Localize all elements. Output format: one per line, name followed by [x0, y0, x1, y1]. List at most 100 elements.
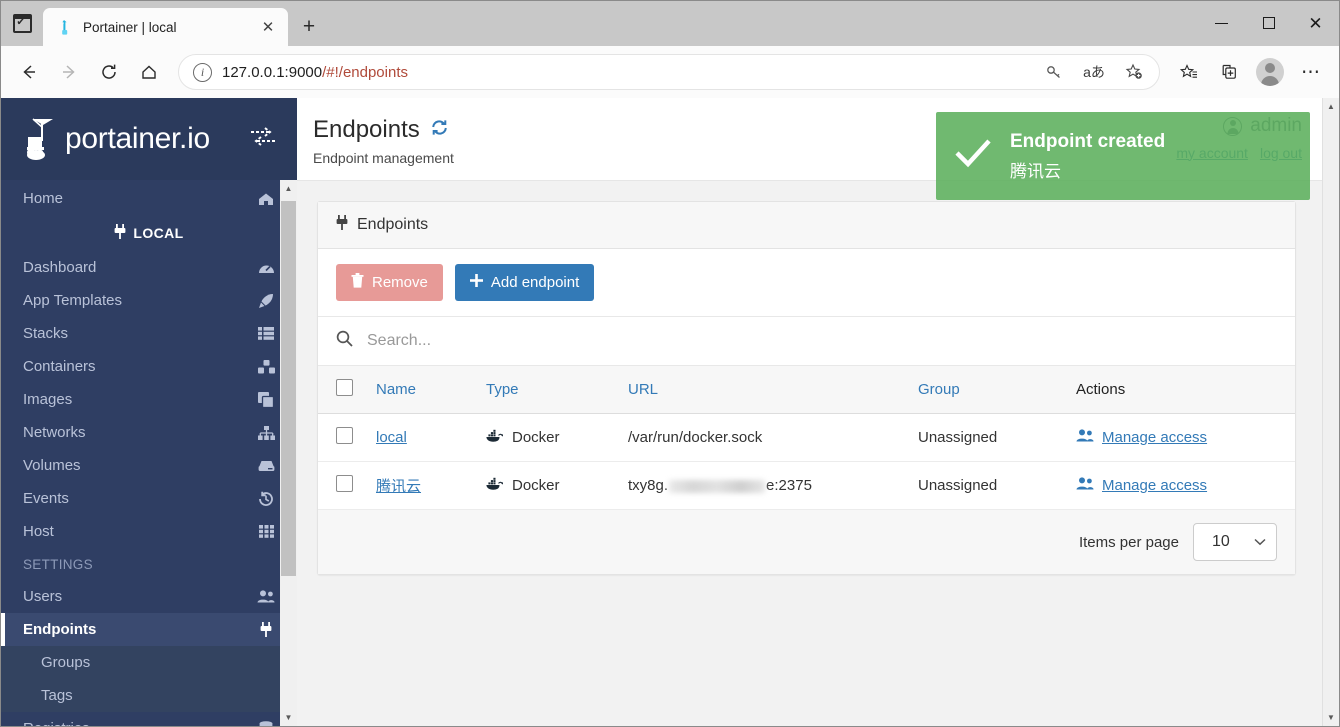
page-scrollbar[interactable]: ▲ ▼ [1322, 98, 1339, 726]
home-icon [257, 192, 275, 206]
select-all-checkbox[interactable] [336, 379, 353, 396]
items-per-page-select[interactable]: 10 [1193, 523, 1277, 561]
sidebar-brand[interactable]: portainer.io [1, 98, 297, 180]
column-header-type[interactable]: Type [476, 366, 618, 414]
avatar-icon [1265, 63, 1275, 73]
column-header-group[interactable]: Group [908, 366, 1066, 414]
sidebar-item-containers[interactable]: Containers [1, 350, 297, 383]
new-tab-button[interactable]: + [292, 10, 326, 44]
window-maximize-button[interactable] [1245, 1, 1292, 45]
sidebar-item-label: Endpoints [23, 621, 257, 638]
column-header-url[interactable]: URL [618, 366, 908, 414]
table-row[interactable]: 腾讯云 [318, 462, 1295, 510]
row-actions-cell: Manage access [1066, 462, 1295, 510]
address-bar[interactable]: i 127.0.0.1:9000/#!/endpoints aあ [178, 54, 1160, 90]
sidebar-item-networks[interactable]: Networks [1, 416, 297, 449]
back-button[interactable] [10, 53, 48, 91]
sidebar-item-host[interactable]: Host [1, 515, 297, 548]
browser-window: Portainer | local ✕ + ✕ [0, 0, 1340, 727]
home-button[interactable] [130, 53, 168, 91]
sidebar-item-app-templates[interactable]: App Templates [1, 284, 297, 317]
sidebar-scrollbar[interactable]: ▲ ▼ [280, 180, 297, 726]
sidebar-item-label: Containers [23, 358, 257, 375]
collections-icon[interactable] [1170, 53, 1208, 91]
sidebar-scroll-track[interactable] [280, 197, 297, 709]
plus-icon [470, 274, 483, 291]
sidebar-item-events[interactable]: Events [1, 482, 297, 515]
row-checkbox[interactable] [336, 475, 353, 492]
select-all-header[interactable] [318, 366, 366, 414]
row-checkbox[interactable] [336, 427, 353, 444]
panel-actions: Remove Add endpoint [318, 249, 1295, 317]
manage-access-link[interactable]: Manage access [1076, 477, 1285, 494]
window-minimize-button[interactable] [1198, 1, 1245, 45]
row-select-cell[interactable] [318, 414, 366, 462]
table-header-row: Name Type URL Group Actions [318, 366, 1295, 414]
endpoint-url-suffix: e:2375 [766, 477, 812, 494]
row-group-cell: Unassigned [908, 414, 1066, 462]
sidebar-item-registries[interactable]: Registries [1, 712, 297, 726]
password-key-icon[interactable] [1035, 53, 1073, 91]
minimize-icon [1215, 23, 1228, 24]
toast-notification[interactable]: Endpoint created 腾讯云 [936, 112, 1310, 200]
sidebar-item-endpoints[interactable]: Endpoints [1, 613, 297, 646]
page-scroll-down-arrow[interactable]: ▼ [1323, 709, 1340, 726]
forward-button[interactable] [50, 53, 88, 91]
page-scroll-up-arrow[interactable]: ▲ [1323, 98, 1340, 115]
browser-tab[interactable]: Portainer | local ✕ [43, 8, 288, 46]
items-per-page-value: 10 [1212, 533, 1230, 551]
manage-access-link[interactable]: Manage access [1076, 429, 1285, 446]
endpoint-name-link[interactable]: 腾讯云 [376, 478, 421, 495]
tab-close-icon[interactable]: ✕ [256, 15, 280, 39]
brand-name: portainer.io [65, 124, 210, 154]
sidebar-item-groups[interactable]: Groups [1, 646, 297, 679]
window-close-button[interactable]: ✕ [1292, 1, 1339, 45]
split-screen-icon[interactable] [1210, 53, 1248, 91]
browser-titlebar: Portainer | local ✕ + ✕ [1, 1, 1339, 46]
sidebar-item-label: Images [23, 391, 257, 408]
manage-access-label: Manage access [1102, 477, 1207, 494]
sidebar-item-dashboard[interactable]: Dashboard [1, 251, 297, 284]
add-favorite-icon[interactable] [1115, 53, 1153, 91]
sidebar-item-volumes[interactable]: Volumes [1, 449, 297, 482]
endpoint-name-link[interactable]: local [376, 429, 407, 446]
page-viewport: portainer.io Home [1, 98, 1339, 726]
browser-settings-more-button[interactable]: ⋯ [1292, 53, 1330, 91]
sidebar-item-home[interactable]: Home [1, 182, 297, 215]
panel-footer: Items per page 10 [318, 510, 1295, 574]
row-select-cell[interactable] [318, 462, 366, 510]
cubes-icon [257, 360, 275, 374]
sidebar-item-label: Home [23, 190, 257, 207]
database-icon [257, 721, 275, 726]
search-input[interactable] [367, 332, 1277, 350]
sidebar-item-images[interactable]: Images [1, 383, 297, 416]
row-group-cell: Unassigned [908, 462, 1066, 510]
translate-icon[interactable]: aあ [1075, 53, 1113, 91]
check-icon [954, 138, 992, 174]
remove-button[interactable]: Remove [336, 264, 443, 301]
sidebar-scroll-thumb[interactable] [281, 201, 296, 576]
table-row[interactable]: local [318, 414, 1295, 462]
omnibox-actions: aあ [1035, 53, 1153, 91]
reload-icon [99, 62, 119, 82]
sidebar-scroll-up-arrow[interactable]: ▲ [280, 180, 297, 197]
reload-button[interactable] [90, 53, 128, 91]
sidebar-scroll-down-arrow[interactable]: ▼ [280, 709, 297, 726]
sidebar-item-label: Users [23, 588, 257, 605]
add-endpoint-button[interactable]: Add endpoint [455, 264, 594, 301]
profile-avatar[interactable] [1256, 58, 1284, 86]
sidebar-item-users[interactable]: Users [1, 580, 297, 613]
plug-icon [257, 622, 275, 637]
sidebar-item-stacks[interactable]: Stacks [1, 317, 297, 350]
add-endpoint-button-label: Add endpoint [491, 274, 579, 291]
users-icon [1076, 477, 1094, 494]
column-header-name[interactable]: Name [366, 366, 476, 414]
sidebar-item-label: Networks [23, 424, 257, 441]
tab-title: Portainer | local [83, 20, 246, 35]
row-type-cell: Docker [476, 462, 618, 510]
tab-actions-button[interactable] [1, 1, 43, 46]
site-info-icon[interactable]: i [193, 63, 212, 82]
sidebar-item-tags[interactable]: Tags [1, 679, 297, 712]
collapse-arrows-icon[interactable] [249, 126, 279, 153]
refresh-icon[interactable] [430, 118, 449, 143]
